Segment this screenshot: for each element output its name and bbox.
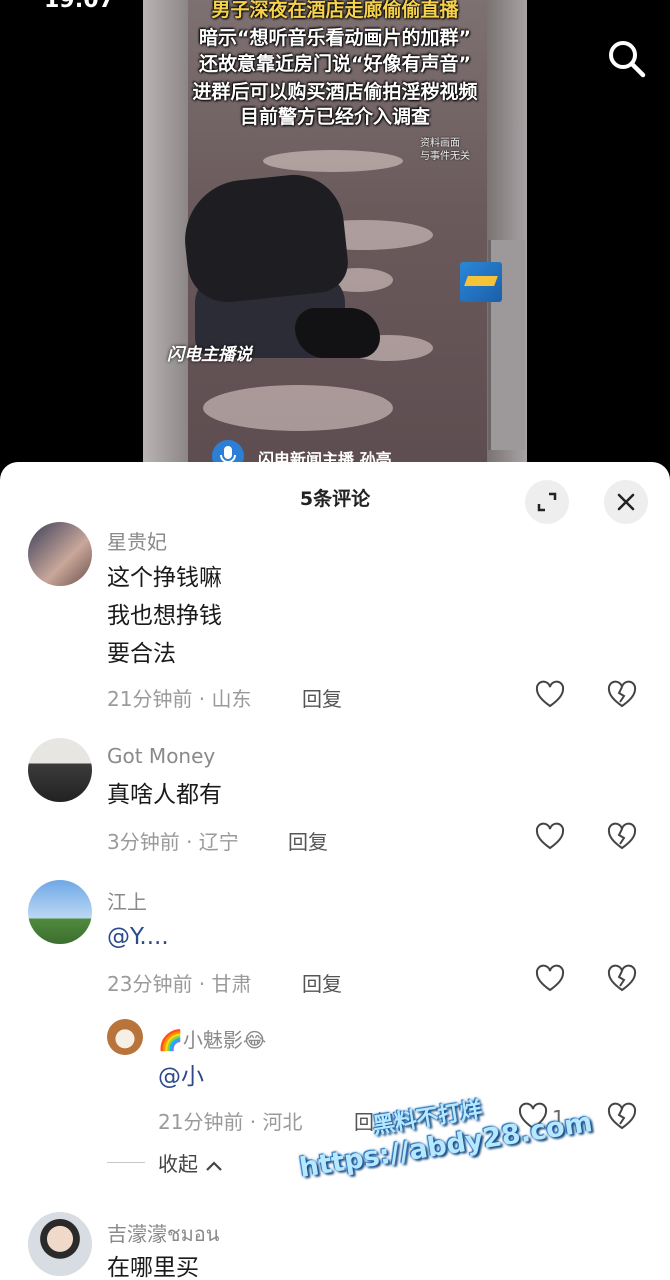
- reply-button[interactable]: 回复: [288, 826, 328, 855]
- dislike-button[interactable]: [607, 680, 637, 710]
- collapse-label: 收起: [158, 1152, 198, 1176]
- heart-icon: [535, 964, 565, 992]
- collapse-divider: [107, 1162, 145, 1163]
- chevron-up-icon: [206, 1160, 223, 1171]
- like-button[interactable]: [535, 822, 565, 852]
- comment-meta: 23分钟前 · 甘肃: [107, 972, 252, 996]
- search-button[interactable]: [604, 36, 648, 80]
- comment-username[interactable]: 江上: [107, 886, 147, 915]
- source-note: 资料画面 与事件无关: [420, 137, 470, 163]
- comment-count-title: 5条评论: [299, 488, 371, 510]
- video-player[interactable]: 19:07 男子深夜在酒店走廊偷偷直播 暗示“想听音乐看动画片的加群” 还故意靠…: [0, 0, 670, 470]
- expand-button[interactable]: [525, 480, 569, 524]
- avatar[interactable]: [28, 738, 92, 802]
- comment-meta: 21分钟前 · 河北: [158, 1110, 303, 1134]
- comment-text: 我也想挣钱: [107, 603, 222, 629]
- comment-mention[interactable]: @小: [158, 1058, 204, 1096]
- comment-username[interactable]: 星贵妃: [107, 526, 167, 555]
- video-headline-4: 进群后可以购买酒店偷拍淫秽视频: [192, 81, 478, 103]
- dislike-button[interactable]: [607, 1102, 637, 1132]
- video-headline-5: 目前警方已经介入调查: [239, 106, 430, 128]
- dislike-button[interactable]: [607, 964, 637, 994]
- reply-button[interactable]: 回复: [302, 683, 342, 712]
- broken-heart-icon: [607, 1102, 637, 1130]
- collapse-replies-button[interactable]: 收起: [158, 1148, 224, 1177]
- close-icon: [617, 493, 635, 511]
- comment-mention[interactable]: @Y....: [107, 918, 169, 956]
- broken-heart-icon: [607, 822, 637, 850]
- heart-icon: [535, 822, 565, 850]
- video-headline-3: 还故意靠近房门说“好像有声音”: [199, 53, 471, 75]
- expand-icon: [537, 492, 557, 512]
- comment-username[interactable]: 🌈小魅影😂: [158, 1024, 266, 1053]
- search-icon: [609, 41, 646, 78]
- crouching-person: [175, 169, 380, 363]
- comment-text: 要合法: [107, 641, 176, 667]
- video-headline-1: 男子深夜在酒店走廊偷偷直播: [211, 0, 459, 21]
- carpet-pattern: [203, 385, 393, 431]
- tv-station-logo: [460, 262, 502, 302]
- source-note-line: 资料画面: [420, 138, 460, 149]
- video-headline-2: 暗示“想听音乐看动画片的加群”: [199, 27, 471, 49]
- dislike-button[interactable]: [607, 822, 637, 852]
- comment-text: 这个挣钱嘛: [107, 565, 222, 591]
- like-button[interactable]: [535, 964, 565, 994]
- comment-meta: 3分钟前 · 辽宁: [107, 830, 239, 854]
- comment-meta: 21分钟前 · 山东: [107, 687, 252, 711]
- like-button[interactable]: [535, 680, 565, 710]
- source-note-line: 与事件无关: [420, 151, 470, 162]
- comment-text: 在哪里买: [107, 1255, 199, 1280]
- broken-heart-icon: [607, 680, 637, 708]
- avatar[interactable]: [107, 1019, 143, 1055]
- brand-watermark: 闪电主播说: [167, 345, 252, 365]
- comment-text: 真啥人都有: [107, 782, 222, 808]
- reply-button[interactable]: 回复: [302, 968, 342, 997]
- comment-username[interactable]: Got Money: [107, 744, 215, 768]
- broken-heart-icon: [607, 964, 637, 992]
- comment-sheet: 5条评论 星贵妃 这个挣钱嘛 我也想挣钱 要合法 21分钟前 · 山东 回复 G…: [0, 462, 670, 1280]
- close-button[interactable]: [604, 480, 648, 524]
- carpet-pattern: [263, 150, 403, 172]
- avatar[interactable]: [28, 522, 92, 586]
- avatar[interactable]: [28, 1212, 92, 1276]
- avatar[interactable]: [28, 880, 92, 944]
- heart-icon: [535, 680, 565, 708]
- comment-username[interactable]: 吉濛濛ชมอน: [107, 1218, 219, 1250]
